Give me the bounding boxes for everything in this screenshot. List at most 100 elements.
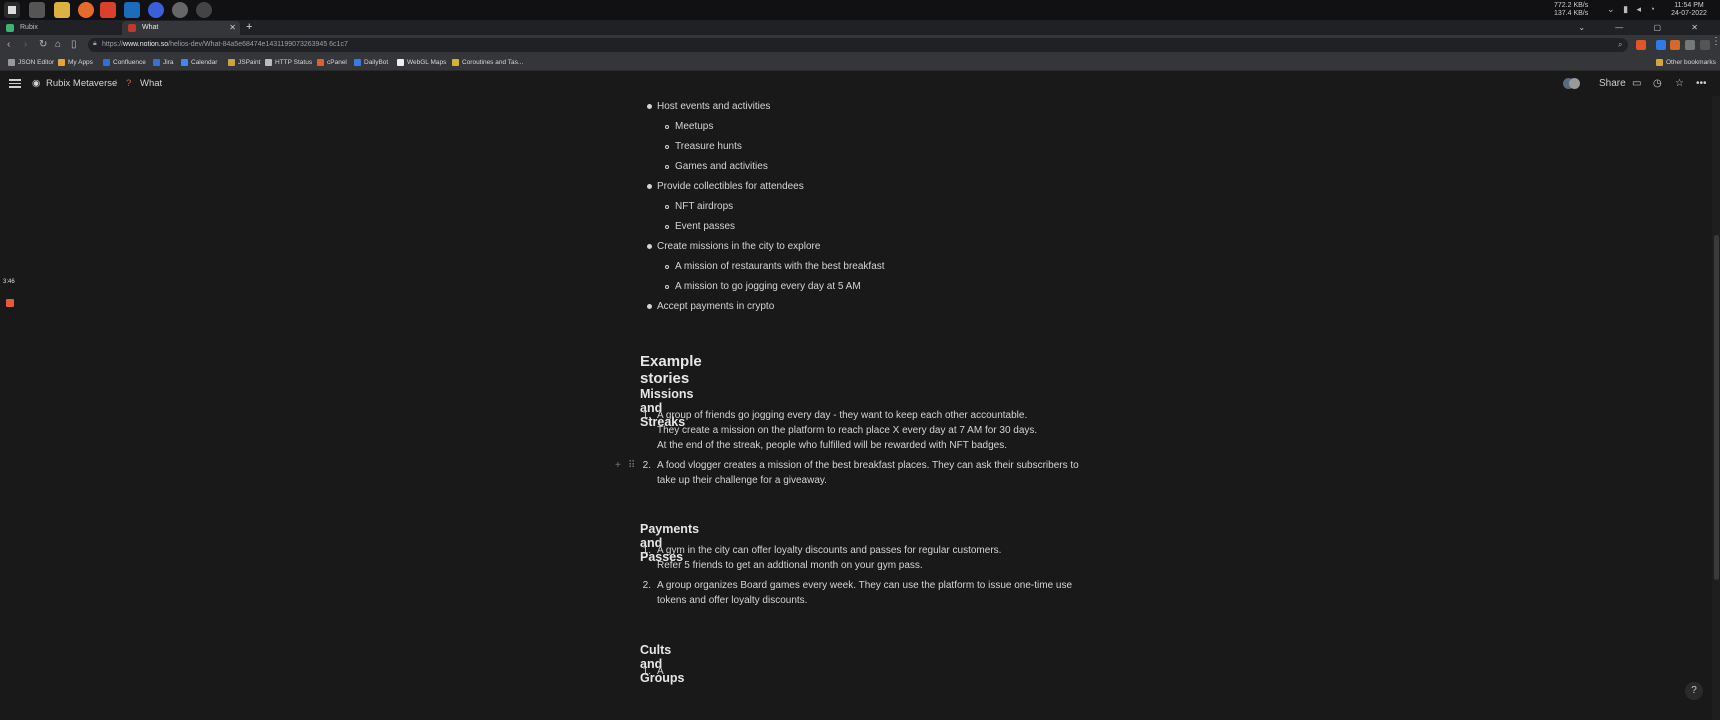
clock-time: 11:54 PM xyxy=(1674,2,1704,9)
bookmark-label: cPanel xyxy=(327,59,347,66)
tray-icons[interactable]: ⌄ ▮ ◂ ◔ xyxy=(1607,5,1658,14)
list-item-line[interactable]: A group organizes Board games every week… xyxy=(657,579,1072,593)
list-item-line[interactable]: A food vlogger creates a mission of the … xyxy=(657,459,1079,473)
list-item[interactable]: A mission of restaurants with the best b… xyxy=(675,260,885,274)
net-down-text: 772.2 KB/s xyxy=(1554,2,1589,9)
clock[interactable]: 11:54 PM 24-07-2022 xyxy=(1664,2,1714,18)
confluence-icon xyxy=(103,59,110,66)
avatars[interactable] xyxy=(1563,77,1581,90)
circle-bullet-icon xyxy=(665,125,669,129)
bookmark-json-editor[interactable]: JSON Editor xyxy=(8,55,54,70)
bookmark-label: Confluence xyxy=(113,59,146,66)
brave-icon[interactable] xyxy=(100,2,116,18)
circle-bullet-icon xyxy=(665,165,669,169)
firefox-icon[interactable] xyxy=(78,2,94,18)
extension-icon[interactable] xyxy=(1656,40,1666,50)
list-item[interactable]: Games and activities xyxy=(675,160,768,174)
bookmark-confluence[interactable]: Confluence xyxy=(103,55,146,70)
list-item-line[interactable]: tokens and offer loyalty discounts. xyxy=(657,594,807,608)
list-item[interactable]: Meetups xyxy=(675,120,713,134)
list-item[interactable]: NFT airdrops xyxy=(675,200,733,214)
breadcrumb-separator: / xyxy=(114,78,117,89)
breadcrumb-what[interactable]: What xyxy=(140,77,162,90)
list-item[interactable]: Accept payments in crypto xyxy=(657,300,774,314)
bookmark-icon[interactable]: ▯ xyxy=(71,38,77,52)
profile-icon[interactable] xyxy=(1700,40,1710,50)
extension-icon[interactable] xyxy=(1670,40,1680,50)
chat-icon[interactable] xyxy=(148,2,164,18)
steam-icon[interactable] xyxy=(196,2,212,18)
sidebar-menu-icon[interactable] xyxy=(9,77,21,89)
start-icon[interactable] xyxy=(4,2,20,18)
list-item[interactable]: Provide collectibles for attendees xyxy=(657,180,804,194)
files-icon[interactable] xyxy=(29,2,45,18)
comment-icon[interactable]: ▭ xyxy=(1632,77,1641,90)
bookmark-label: WebGL Maps xyxy=(407,59,447,66)
list-item[interactable]: Host events and activities xyxy=(657,100,770,114)
share-button[interactable]: Share xyxy=(1599,77,1626,90)
zoom-icon[interactable]: ⌕ xyxy=(1618,38,1622,52)
breadcrumb-rubix-metaverse[interactable]: Rubix Metaverse xyxy=(46,77,117,90)
bookmark-jspaint[interactable]: JSPaint xyxy=(228,55,260,70)
menu-dots-icon[interactable]: ⋮ xyxy=(1711,36,1720,47)
close-icon[interactable]: ✕ xyxy=(229,21,236,35)
bookmark-http-status[interactable]: HTTP Status xyxy=(265,55,312,70)
circle-bullet-icon xyxy=(665,205,669,209)
brave-shields-icon[interactable] xyxy=(1636,40,1646,50)
bookmark-webgl-maps[interactable]: WebGL Maps xyxy=(397,55,446,70)
other-bookmarks[interactable]: Other bookmarks xyxy=(1656,55,1716,70)
url-scheme: https:// xyxy=(102,41,124,48)
lock-icon[interactable]: 🔒︎ xyxy=(93,40,97,48)
help-button[interactable]: ? xyxy=(1685,682,1703,700)
scrollbar-thumb[interactable] xyxy=(1714,235,1719,580)
back-icon[interactable]: ‹ xyxy=(7,38,10,52)
bookmark-cpanel[interactable]: cPanel xyxy=(317,55,347,70)
bookmark-label: JSPaint xyxy=(238,59,261,66)
reload-icon[interactable]: ↻ xyxy=(39,38,47,52)
bookmark-label: Other bookmarks xyxy=(1666,59,1716,66)
cpanel-icon xyxy=(317,59,324,66)
tab-what[interactable]: What ✕ xyxy=(122,21,240,35)
forward-icon[interactable]: › xyxy=(24,38,27,52)
list-item[interactable]: Create missions in the city to explore xyxy=(657,240,820,254)
tab-rubix[interactable]: Rubix xyxy=(0,21,120,35)
url-text[interactable]: https://www.notion.so/helios-dev/What-84… xyxy=(102,38,348,52)
list-item-line[interactable]: At the end of the streak, people who ful… xyxy=(657,439,1007,453)
avatar xyxy=(1569,78,1580,89)
bookmark-dailybot[interactable]: DailyBot xyxy=(354,55,388,70)
bullet-icon xyxy=(647,304,652,309)
window-controls[interactable]: ⌄ — ▢ ✕ xyxy=(1578,20,1712,35)
list-number: 2. xyxy=(642,460,651,471)
vscode-icon[interactable] xyxy=(124,2,140,18)
new-tab-button[interactable]: + xyxy=(246,20,252,35)
bot-icon xyxy=(354,59,361,66)
stop-recording-icon[interactable] xyxy=(6,299,14,307)
list-item-line[interactable]: They create a mission on the platform to… xyxy=(657,424,1037,438)
list-item-line[interactable]: Refer 5 friends to get an addtional mont… xyxy=(657,559,923,573)
history-icon[interactable]: ◷ xyxy=(1653,77,1662,90)
add-block-icon[interactable]: + xyxy=(615,460,621,471)
list-number: 1. xyxy=(642,545,651,556)
page-heading[interactable]: Example stories xyxy=(640,353,702,387)
list-item[interactable]: A mission to go jogging every day at 5 A… xyxy=(675,280,861,294)
list-item-line[interactable]: A xyxy=(657,665,664,679)
bullet-icon xyxy=(647,244,652,249)
bookmark-coroutines[interactable]: Coroutines and Tas... xyxy=(452,55,523,70)
list-item[interactable]: Event passes xyxy=(675,220,735,234)
list-item-line[interactable]: take up their challenge for a giveaway. xyxy=(657,474,827,488)
more-icon[interactable]: ••• xyxy=(1696,77,1707,90)
star-icon[interactable]: ☆ xyxy=(1675,77,1684,90)
circle-bullet-icon xyxy=(665,145,669,149)
folder-icon[interactable] xyxy=(54,2,70,18)
extensions-puzzle-icon[interactable] xyxy=(1685,40,1695,50)
bookmark-my-apps[interactable]: My Apps xyxy=(58,55,93,70)
notion-topbar xyxy=(0,71,1720,96)
list-item-line[interactable]: A gym in the city can offer loyalty disc… xyxy=(657,544,1001,558)
home-icon[interactable]: ⌂ xyxy=(55,38,61,52)
url-path: /helios-dev/What-84a5e68474e143119907326… xyxy=(168,41,348,48)
list-item-line[interactable]: A group of friends go jogging every day … xyxy=(657,409,1027,423)
list-item[interactable]: Treasure hunts xyxy=(675,140,742,154)
bookmark-jira[interactable]: Jira xyxy=(153,55,173,70)
app-icon[interactable] xyxy=(172,2,188,18)
bookmark-calendar[interactable]: Calendar xyxy=(181,55,217,70)
